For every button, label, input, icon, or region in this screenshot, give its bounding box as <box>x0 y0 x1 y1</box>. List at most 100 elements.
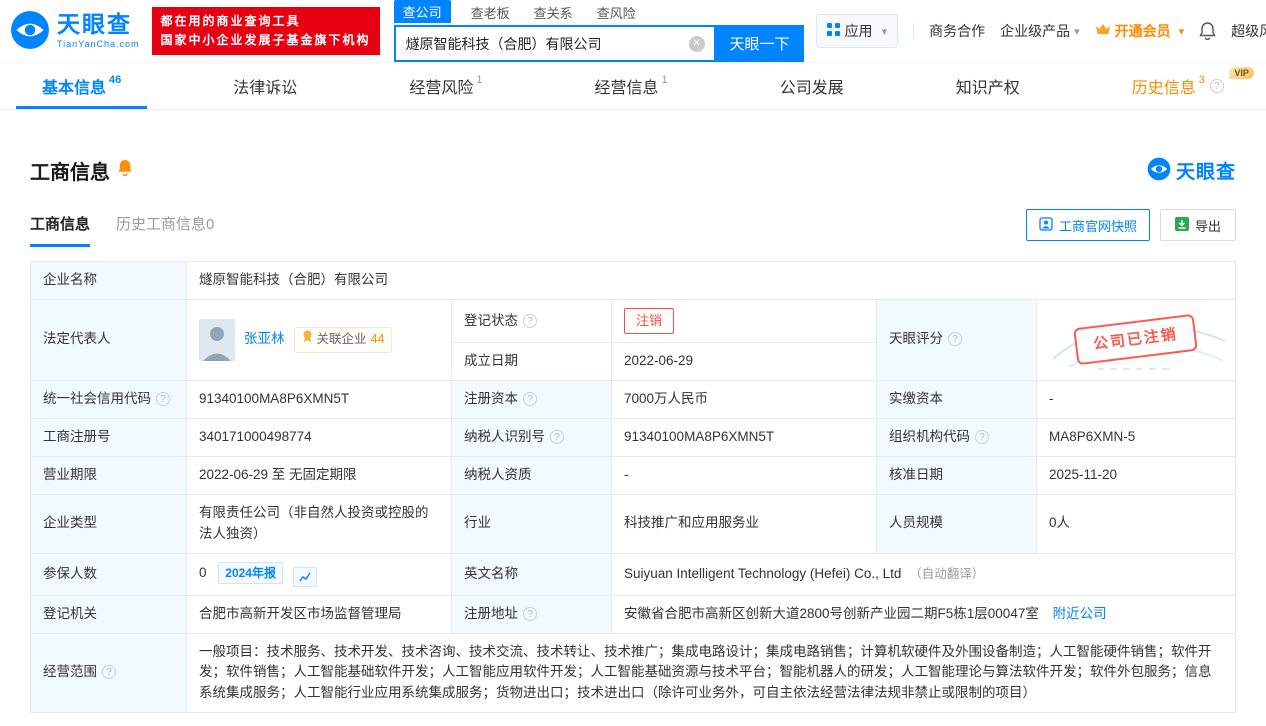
top-header: 天眼查 TianYanCha.com 都在用的商业查询工具 国家中小企业发展子基… <box>0 0 1266 62</box>
help-icon[interactable] <box>523 606 537 621</box>
nav-divider <box>913 23 915 39</box>
reg-number-label: 工商注册号 <box>30 417 187 457</box>
staff-size-label: 人员规模 <box>876 493 1037 554</box>
tab-label: 经营风险 <box>409 80 474 97</box>
tab-count: 46 <box>109 74 122 86</box>
table-row: 参保人数 0 2024年报 英文名称 Suiyuan Intelligent T… <box>30 552 1236 596</box>
tab-operating-info[interactable]: 经营信息 1 <box>569 63 694 109</box>
nav-business-cooperation[interactable]: 商务合作 <box>929 21 985 41</box>
table-row: 企业类型 有限责任公司（非自然人投资或控股的法人独资） 行业 科技推广和应用服务… <box>30 493 1236 554</box>
tab-count: 1 <box>476 74 483 86</box>
related-companies-tag[interactable]: 关联企业 44 <box>293 327 393 353</box>
help-icon[interactable] <box>975 429 989 444</box>
promo-badge: 都在用的商业查询工具 国家中小企业发展子基金旗下机构 <box>151 7 380 55</box>
open-vip-label: 开通会员 <box>1114 23 1171 39</box>
notifications-bell-icon[interactable] <box>1199 22 1216 40</box>
help-icon[interactable] <box>1209 79 1224 93</box>
table-row: 经营范围 一般项目：技术服务、技术开发、技术咨询、技术交流、技术转让、技术推广；… <box>30 632 1236 714</box>
annual-report-tag[interactable]: 2024年报 <box>218 561 283 585</box>
official-snapshot-button[interactable]: 工商官网快照 <box>1025 209 1150 241</box>
promo-line1: 都在用的商业查询工具 <box>160 14 301 29</box>
tab-label: 公司发展 <box>779 80 844 97</box>
search-tab-relation[interactable]: 查关系 <box>530 2 577 23</box>
tianyancha-watermark-logo: 天眼查 <box>1147 157 1236 184</box>
business-info-table: 企业名称 燧原智能科技（合肥）有限公司 法定代表人 张亚林 关联企业 44 登记… <box>30 261 1236 714</box>
tab-legal-litigation[interactable]: 法律诉讼 <box>207 63 323 109</box>
reg-authority-value: 合肥市高新开发区市场监督管理局 <box>186 594 452 634</box>
score-label: 天眼评分 <box>876 298 1037 381</box>
tab-count: 1 <box>661 74 668 86</box>
company-section-tabs: 基本信息 46 法律诉讼 经营风险 1 经营信息 1 公司发展 知识产权 历史信… <box>0 62 1266 110</box>
tab-basic-info[interactable]: 基本信息 46 <box>16 63 147 109</box>
tab-history-info[interactable]: 历史信息 3 VIP <box>1106 63 1254 109</box>
subtab-history-business-info[interactable]: 历史工商信息0 <box>116 213 214 247</box>
subscribe-bell-icon[interactable] <box>117 159 133 182</box>
insured-value: 0 2024年报 <box>186 552 452 596</box>
nav-enterprise-products[interactable]: 企业级产品 <box>1000 21 1080 41</box>
business-scope-value: 一般项目：技术服务、技术开发、技术咨询、技术交流、技术转让、技术推广；集成电路设… <box>186 632 1236 714</box>
search-tab-boss[interactable]: 查老板 <box>467 2 514 23</box>
tab-company-development[interactable]: 公司发展 <box>754 63 870 109</box>
credit-code-label: 统一社会信用代码 <box>30 379 187 419</box>
help-icon[interactable] <box>550 429 564 444</box>
taxpayer-qual-value: - <box>611 455 877 495</box>
export-button[interactable]: 导出 <box>1159 209 1236 241</box>
nav-super-risk[interactable]: 超级风... <box>1231 21 1266 41</box>
paid-capital-label: 实缴资本 <box>876 379 1037 419</box>
insured-count: 0 <box>199 564 207 580</box>
tab-label: 知识产权 <box>955 80 1020 97</box>
watermark-logo-icon <box>1147 157 1171 184</box>
auto-translate-note: （自动翻译） <box>909 566 985 581</box>
export-button-label: 导出 <box>1194 218 1221 234</box>
paid-capital-value: - <box>1036 379 1236 419</box>
english-name-value: Suiyuan Intelligent Technology (Hefei) C… <box>611 552 1236 596</box>
help-icon[interactable] <box>948 332 962 347</box>
nav-open-vip[interactable]: 开通会员 <box>1095 21 1185 41</box>
search-tabs: 查公司 查老板 查关系 查风险 <box>393 0 804 23</box>
legal-rep-label: 法定代表人 <box>30 298 187 381</box>
search-tab-risk[interactable]: 查风险 <box>593 2 640 23</box>
snapshot-icon <box>1039 216 1053 234</box>
nearby-companies-link[interactable]: 附近公司 <box>1053 606 1107 621</box>
subtab-business-info[interactable]: 工商信息 <box>30 213 91 247</box>
company-type-value: 有限责任公司（非自然人投资或控股的法人独资） <box>186 493 452 554</box>
table-row: 工商注册号 340171000498774 纳税人识别号 91340100MA8… <box>30 417 1236 457</box>
apps-menu-button[interactable]: 应用 <box>815 14 899 48</box>
tianyancha-logo[interactable]: 天眼查 TianYanCha.com <box>10 10 140 53</box>
help-icon[interactable] <box>102 665 116 680</box>
company-name-label: 企业名称 <box>30 261 187 300</box>
tab-label: 经营信息 <box>594 80 659 97</box>
tab-operating-risk[interactable]: 经营风险 1 <box>383 63 508 109</box>
industry-value: 科技推广和应用服务业 <box>611 493 877 554</box>
help-icon[interactable] <box>523 313 537 328</box>
search-tab-company[interactable]: 查公司 <box>393 0 451 23</box>
section-title-text: 工商信息 <box>30 162 110 184</box>
approval-date-value: 2025-11-20 <box>1036 455 1236 495</box>
clear-search-icon[interactable] <box>688 35 705 52</box>
apps-menu-label: 应用 <box>844 23 873 39</box>
org-code-label: 组织机构代码 <box>876 417 1037 457</box>
establish-date-value: 2022-06-29 <box>611 342 877 381</box>
insured-trend-icon[interactable] <box>292 566 317 587</box>
search-input[interactable] <box>395 35 689 52</box>
company-name-value: 燧原智能科技（合肥）有限公司 <box>186 261 1236 300</box>
staff-size-value: 0人 <box>1036 493 1236 554</box>
tab-label: 法律诉讼 <box>233 80 298 97</box>
help-icon[interactable] <box>156 391 170 406</box>
business-scope-label: 经营范围 <box>30 632 187 714</box>
help-icon[interactable] <box>523 391 537 406</box>
tab-count: 3 <box>1198 74 1205 86</box>
establish-date-label: 成立日期 <box>451 342 612 381</box>
top-right-nav: 应用 商务合作 企业级产品 开通会员 超级风... <box>815 14 1266 48</box>
tab-intellectual-property[interactable]: 知识产权 <box>930 63 1046 109</box>
legal-rep-avatar[interactable] <box>199 318 235 361</box>
reg-authority-label: 登记机关 <box>30 594 187 634</box>
search-button[interactable]: 天眼一下 <box>715 25 804 62</box>
approval-date-label: 核准日期 <box>876 455 1037 495</box>
section-title: 工商信息 <box>30 156 133 185</box>
crown-icon <box>1095 23 1111 39</box>
taxpayer-id-label: 纳税人识别号 <box>451 417 612 457</box>
search-input-wrap <box>393 25 716 62</box>
taxpayer-qual-label: 纳税人资质 <box>451 455 612 495</box>
legal-rep-link[interactable]: 张亚林 <box>244 329 285 350</box>
